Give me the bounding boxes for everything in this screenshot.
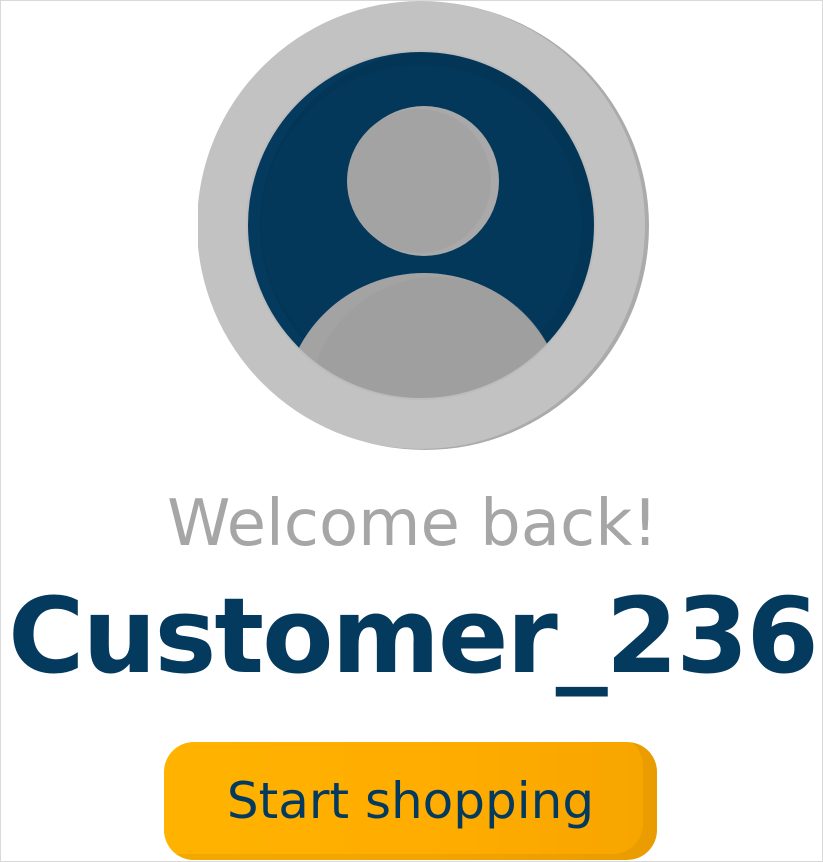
avatar	[198, 1, 649, 452]
user-avatar-icon	[198, 1, 649, 450]
greeting-text: Welcome back!	[167, 487, 658, 561]
username-text: Customer_236	[8, 575, 819, 697]
start-shopping-button[interactable]: Start shopping	[164, 742, 657, 860]
welcome-card: Welcome back! Customer_236 Start shoppin…	[0, 0, 823, 862]
